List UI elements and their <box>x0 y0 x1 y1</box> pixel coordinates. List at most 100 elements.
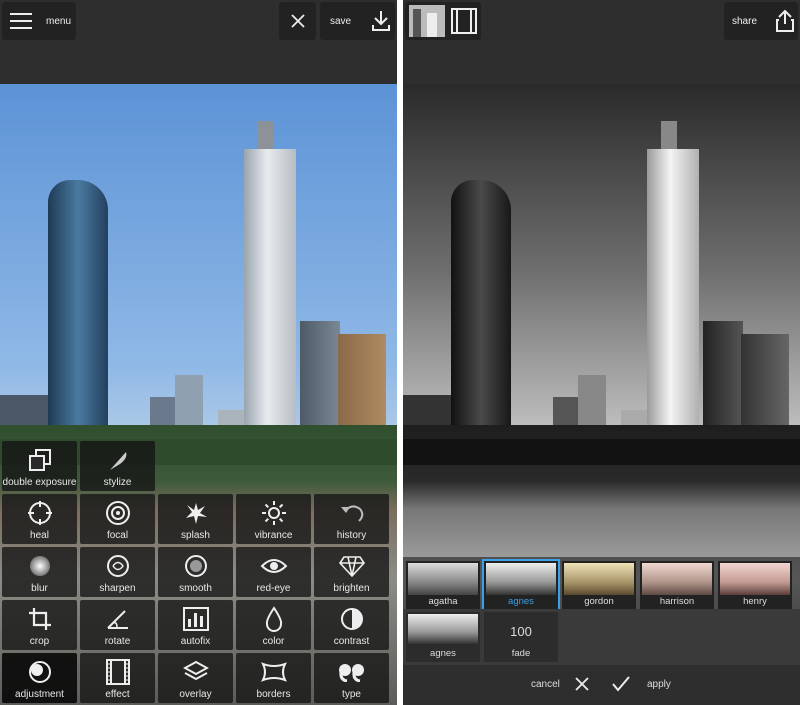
tool-splash[interactable]: splash <box>158 494 233 544</box>
filter-thumbnail <box>408 614 478 644</box>
tool-history[interactable]: history <box>314 494 389 544</box>
rotate-icon <box>80 606 155 632</box>
bar-chart-icon <box>158 606 233 632</box>
diamond-icon <box>314 553 389 579</box>
tool-heal[interactable]: heal <box>2 494 77 544</box>
tool-focal[interactable]: focal <box>80 494 155 544</box>
film-icon <box>80 659 155 685</box>
compare-toggle-button[interactable] <box>405 2 481 40</box>
tool-double-exposure[interactable]: double exposure <box>2 441 77 491</box>
tool-type[interactable]: type <box>314 653 389 703</box>
filter-henry[interactable]: henry <box>718 561 792 609</box>
tool-label: history <box>336 530 367 541</box>
tool-brighten[interactable]: brighten <box>314 547 389 597</box>
save-button[interactable]: save <box>320 2 395 40</box>
filter-label: harrison <box>659 596 695 607</box>
close-icon <box>290 14 305 28</box>
tool-label: rotate <box>104 636 131 647</box>
apply-label: apply <box>647 679 671 690</box>
fade-value: 100 <box>510 624 532 639</box>
filter-options: agnes 100 fade <box>403 609 800 665</box>
quote-icon <box>314 659 389 685</box>
smooth-icon <box>158 553 233 579</box>
tool-label: autofix <box>180 636 211 647</box>
tool-vibrance[interactable]: vibrance <box>236 494 311 544</box>
filter-strip: agatha agnes gordon harrison henry <box>403 557 800 611</box>
apply-button[interactable]: apply <box>604 665 694 705</box>
editor-panel: menu save double exposure stylize heal f… <box>0 0 397 705</box>
tool-label: overlay <box>179 689 212 700</box>
tool-label: borders <box>256 689 291 700</box>
tool-autofix[interactable]: autofix <box>158 600 233 650</box>
filter-label: agnes <box>508 596 534 607</box>
layers-icon <box>158 659 233 685</box>
variant-label: agnes <box>430 648 456 659</box>
bottom-action-bar: cancel apply <box>403 665 800 705</box>
tool-overlay[interactable]: overlay <box>158 653 233 703</box>
filter-label: agatha <box>428 596 458 607</box>
tool-label: red-eye <box>256 583 291 594</box>
blur-icon <box>2 553 77 579</box>
filter-agatha[interactable]: agatha <box>406 561 480 609</box>
filter-label: henry <box>743 596 767 607</box>
contrast-icon <box>314 606 389 632</box>
filter-thumbnail <box>720 563 790 595</box>
tool-label: brighten <box>333 583 370 594</box>
share-label: share <box>732 15 758 27</box>
filter-agnes[interactable]: agnes <box>482 559 560 611</box>
top-toolbar: share <box>403 0 800 84</box>
tool-contrast[interactable]: contrast <box>314 600 389 650</box>
tool-label: adjustment <box>15 689 64 700</box>
tool-blur[interactable]: blur <box>2 547 77 597</box>
filter-label: gordon <box>584 596 614 607</box>
filter-thumbnail <box>408 563 478 595</box>
tool-label: splash <box>181 530 210 541</box>
feather-icon <box>80 447 155 473</box>
sharpen-icon <box>80 553 155 579</box>
splash-icon <box>158 500 233 526</box>
fade-label: fade <box>511 648 531 659</box>
tool-label: vibrance <box>254 530 293 541</box>
tool-label: focal <box>106 530 129 541</box>
sun-icon <box>236 500 311 526</box>
tool-effect[interactable]: effect <box>80 653 155 703</box>
tool-label: crop <box>29 636 50 647</box>
tool-label: stylize <box>103 477 132 488</box>
filter-thumbnail <box>642 563 712 595</box>
menu-button[interactable]: menu <box>2 2 76 40</box>
filter-panel: share agatha agnes gordon harrison henry <box>403 0 800 705</box>
tool-rotate[interactable]: rotate <box>80 600 155 650</box>
tool-crop[interactable]: crop <box>2 600 77 650</box>
tool-smooth[interactable]: smooth <box>158 547 233 597</box>
undo-icon <box>314 500 389 526</box>
share-icon <box>775 9 795 33</box>
filter-gordon[interactable]: gordon <box>562 561 636 609</box>
selected-filter-variant[interactable]: agnes <box>406 612 480 662</box>
download-icon <box>371 10 391 32</box>
drop-icon <box>236 606 311 632</box>
filter-harrison[interactable]: harrison <box>640 561 714 609</box>
tool-adjustment[interactable]: adjustment <box>2 653 77 703</box>
share-button[interactable]: share <box>724 2 798 40</box>
tool-sharpen[interactable]: sharpen <box>80 547 155 597</box>
tool-borders[interactable]: borders <box>236 653 311 703</box>
film-icon <box>451 8 477 34</box>
compare-thumbnail-icon <box>409 5 445 37</box>
tool-label: double exposure <box>2 477 77 488</box>
adjustment-icon <box>2 659 77 685</box>
focal-icon <box>80 500 155 526</box>
crop-icon <box>2 606 77 632</box>
tool-label: effect <box>105 689 130 700</box>
fade-control[interactable]: 100 fade <box>484 612 558 662</box>
tool-label: blur <box>31 583 48 594</box>
checkmark-icon <box>612 676 630 697</box>
tool-label: color <box>262 636 285 647</box>
tool-label: smooth <box>179 583 212 594</box>
tool-stylize[interactable]: stylize <box>80 441 155 491</box>
save-label: save <box>330 15 352 27</box>
close-button[interactable] <box>279 2 316 40</box>
cancel-button[interactable]: cancel <box>513 665 601 705</box>
tool-color[interactable]: color <box>236 600 311 650</box>
eye-icon <box>236 553 311 579</box>
tool-red-eye[interactable]: red-eye <box>236 547 311 597</box>
